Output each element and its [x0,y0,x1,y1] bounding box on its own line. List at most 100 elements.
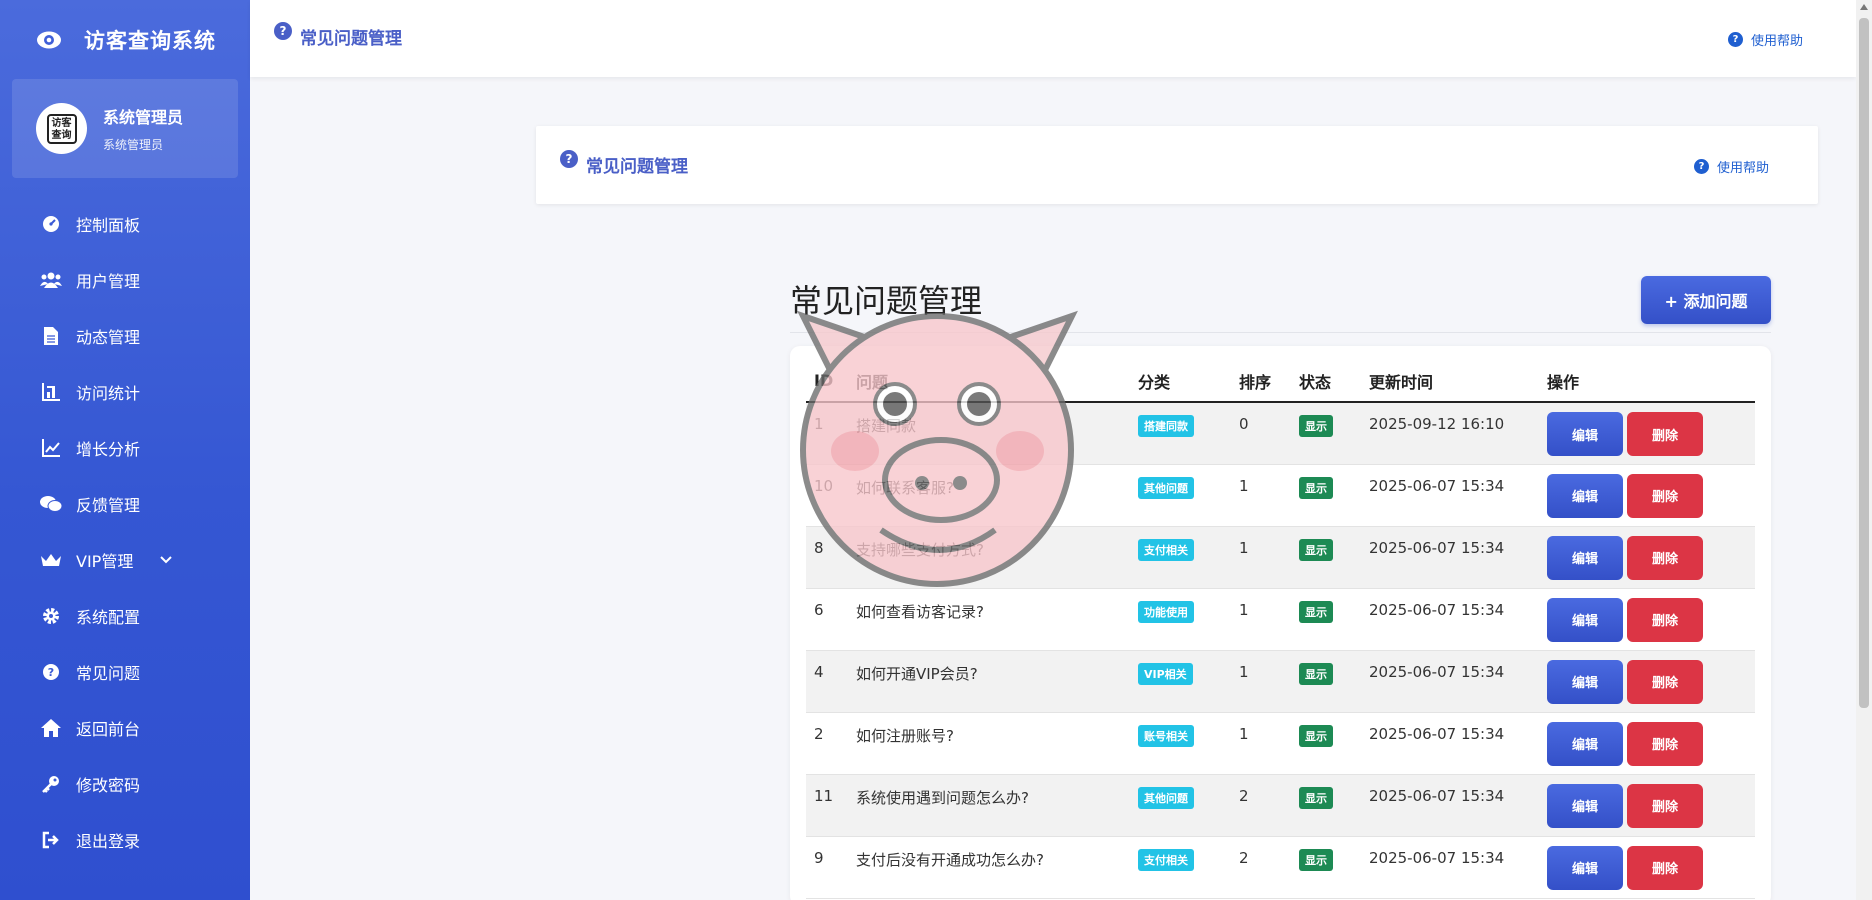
sidebar-item-vip[interactable]: VIP管理 [0,532,250,588]
edit-button[interactable]: 编辑 [1547,597,1623,642]
delete-button[interactable]: 删除 [1627,783,1703,828]
comments-icon [40,493,62,515]
profile-role: 系统管理员 [103,138,164,152]
col-sort: 排序 [1231,360,1291,403]
status-badge: 显示 [1299,600,1333,623]
page-scrollbar[interactable] [1856,0,1872,900]
table-row: 4 如何开通VIP会员? VIP相关 1 显示 2025-06-07 15:34 编辑 删除 [806,650,1755,713]
faq-table-card: ID 问题 分类 排序 状态 更新时间 操作 1 搭建同款 搭建同款 0 显示 2025-… [790,346,1771,900]
delete-button[interactable]: 删除 [1627,535,1703,580]
col-question: 问题 [848,360,1130,403]
sidebar-item-frontend[interactable]: 返回前台 [0,700,250,756]
edit-button[interactable]: 编辑 [1547,535,1623,580]
cell-id: 1 [806,402,848,465]
col-updated: 更新时间 [1361,360,1539,403]
cell-id: 10 [806,464,848,527]
col-status: 状态 [1291,360,1361,403]
cell-status: 显示 [1291,650,1361,713]
cell-id: 11 [806,774,848,837]
edit-button[interactable]: 编辑 [1547,412,1623,456]
table-row: 6 如何查看访客记录? 功能使用 1 显示 2025-06-07 15:34 编辑 删除 [806,588,1755,651]
category-badge: 支付相关 [1138,538,1194,561]
cell-category: 其他问题 [1130,464,1231,527]
cell-status: 显示 [1291,526,1361,589]
header-card-title: ? 常见问题管理 [560,149,688,177]
cell-sort: 1 [1231,526,1291,589]
add-question-button[interactable]: + 添加问题 [1641,276,1771,324]
category-badge: 功能使用 [1138,600,1194,623]
table-row: 11 系统使用遇到问题怎么办? 其他问题 2 显示 2025-06-07 15:34 编辑删… [806,774,1755,837]
status-badge: 显示 [1299,786,1333,809]
delete-button[interactable]: 删除 [1627,597,1703,642]
cell-updated: 2025-09-12 16:10 [1361,402,1539,465]
cell-id: 8 [806,526,848,589]
sidebar-item-settings[interactable]: 系统配置 [0,588,250,644]
dashboard-icon [40,213,62,235]
edit-button[interactable]: 编辑 [1547,845,1623,890]
topbar: ? 常见问题管理 ? 使用帮助 [250,0,1856,77]
status-badge: 显示 [1299,848,1333,871]
document-icon [40,325,62,347]
line-chart-icon [40,437,62,459]
table-row: 2 如何注册账号? 账号相关 1 显示 2025-06-07 15:34 编辑 删除 [806,712,1755,775]
cell-question: 支持哪些支付方式? [848,526,1130,589]
logout-icon [40,829,62,851]
scroll-up-arrow-icon[interactable] [1860,4,1868,10]
cell-question: 系统使用遇到问题怎么办? [848,774,1130,837]
help-link[interactable]: ? 使用帮助 [1694,157,1769,176]
delete-button[interactable]: 删除 [1627,659,1703,704]
category-badge: 搭建同款 [1138,415,1194,437]
cell-updated: 2025-06-07 15:34 [1361,464,1539,527]
edit-button[interactable]: 编辑 [1547,473,1623,518]
cell-updated: 2025-06-07 15:34 [1361,588,1539,651]
scrollbar-thumb[interactable] [1859,18,1869,708]
cell-actions: 编辑 删除 [1539,526,1755,589]
sidebar-item-dashboard[interactable]: 控制面板 [0,196,250,252]
bar-chart-icon [40,381,62,403]
edit-button[interactable]: 编辑 [1547,659,1623,704]
table-row: 9 支付后没有开通成功怎么办? 支付相关 2 显示 2025-06-07 15:34 编辑删… [806,836,1755,899]
sidebar-item-label: 常见问题 [76,664,141,683]
delete-button[interactable]: 删除 [1627,412,1703,456]
avatar: 访客 查询 [36,103,87,154]
sidebar-item-logout[interactable]: 退出登录 [0,812,250,868]
edit-button[interactable]: 编辑 [1547,783,1623,828]
sidebar-item-label: 返回前台 [76,720,141,739]
delete-button[interactable]: 删除 [1627,721,1703,766]
cell-status: 显示 [1291,402,1361,465]
delete-button[interactable]: 删除 [1627,473,1703,518]
col-category: 分类 [1130,360,1231,403]
sidebar-item-label: 用户管理 [76,272,141,291]
delete-button[interactable]: 删除 [1627,845,1703,890]
table-row: 10 如何联系客服? 其他问题 1 显示 2025-06-07 15:34 编辑 删除 [806,464,1755,527]
sidebar-item-faq[interactable]: ? 常见问题 [0,644,250,700]
cell-sort: 1 [1231,712,1291,775]
edit-button[interactable]: 编辑 [1547,721,1623,766]
help-link[interactable]: ? 使用帮助 [1728,30,1803,49]
cell-id: 4 [806,650,848,713]
cell-status: 显示 [1291,464,1361,527]
help-link-text: 使用帮助 [1717,161,1770,176]
cell-category: 支付相关 [1130,526,1231,589]
users-icon [40,269,62,291]
sidebar-item-growth[interactable]: 增长分析 [0,420,250,476]
cell-sort: 0 [1231,402,1291,465]
status-badge: 显示 [1299,662,1333,685]
chevron-down-icon[interactable] [159,553,173,567]
sidebar-item-users[interactable]: 用户管理 [0,252,250,308]
cell-category: VIP相关 [1130,650,1231,713]
cell-updated: 2025-06-07 15:34 [1361,526,1539,589]
cell-question: 搭建同款 [848,402,1130,465]
cell-status: 显示 [1291,712,1361,775]
header-card: ? 常见问题管理 ? 使用帮助 [536,126,1818,204]
table-row: 1 搭建同款 搭建同款 0 显示 2025-09-12 16:10 编辑 删除 [806,402,1755,465]
cell-question: 支付后没有开通成功怎么办? [848,836,1130,899]
sidebar-item-posts[interactable]: 动态管理 [0,308,250,364]
sidebar-item-visit-stats[interactable]: 访问统计 [0,364,250,420]
cell-category: 账号相关 [1130,712,1231,775]
sidebar-item-change-password[interactable]: 修改密码 [0,756,250,812]
cell-category: 其他问题 [1130,774,1231,837]
cell-updated: 2025-06-07 15:34 [1361,712,1539,775]
sidebar-item-feedback[interactable]: 反馈管理 [0,476,250,532]
gear-icon [40,605,62,627]
